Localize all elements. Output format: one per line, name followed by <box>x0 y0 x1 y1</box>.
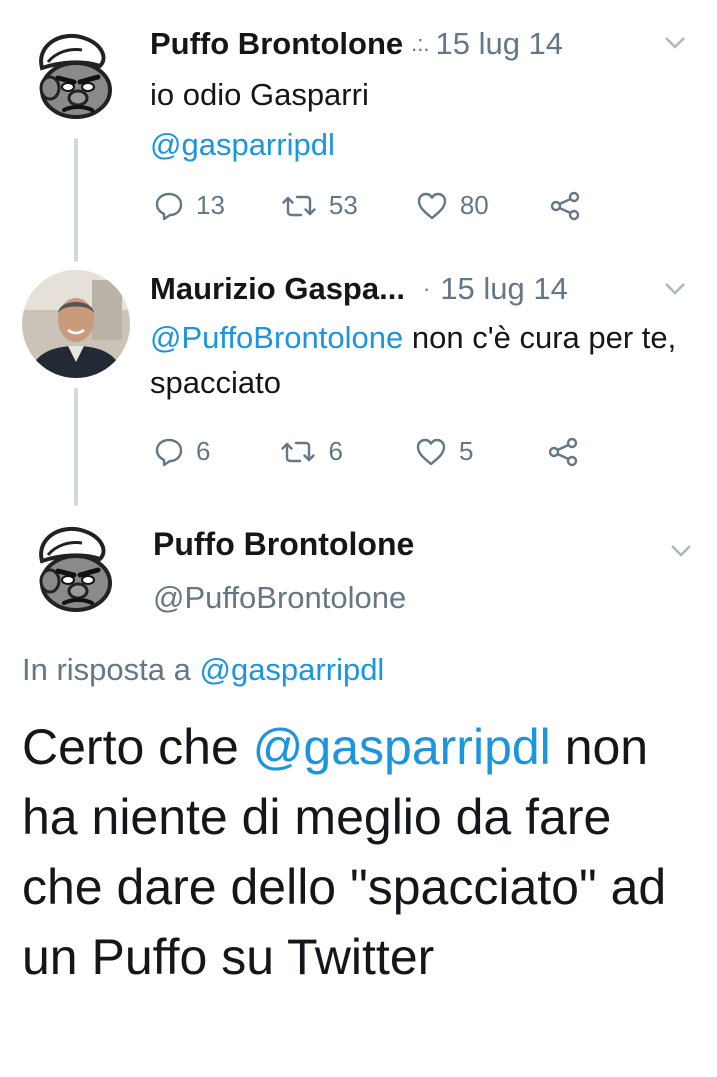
separator: · <box>422 276 431 301</box>
author-name[interactable]: Maurizio Gaspa... <box>150 271 405 307</box>
person-avatar-icon <box>22 270 130 378</box>
retweet-count: 53 <box>328 190 358 220</box>
avatar[interactable] <box>22 24 130 132</box>
reply-icon <box>155 192 183 220</box>
share-button[interactable] <box>549 191 581 221</box>
reply-button[interactable]: 13 <box>154 190 225 221</box>
like-button[interactable]: 5 <box>415 436 473 467</box>
reply-count: 13 <box>196 190 225 220</box>
like-count: 5 <box>458 436 474 466</box>
reply-count: 6 <box>196 436 211 466</box>
chevron-down-icon[interactable] <box>664 276 686 302</box>
reply-prefix: In risposta a <box>22 652 200 687</box>
chevron-down-icon[interactable] <box>670 538 692 564</box>
thread-line <box>74 138 78 262</box>
reply-button[interactable]: 6 <box>154 436 210 467</box>
like-icon <box>416 438 446 465</box>
share-icon <box>550 191 579 220</box>
share-button[interactable] <box>547 437 579 467</box>
tweet-text: io odio Gasparri <box>150 77 369 112</box>
smurf-avatar-icon <box>22 517 130 625</box>
mention-link[interactable]: @gasparripdl <box>150 122 690 167</box>
retweet-button[interactable]: 6 <box>280 436 343 467</box>
retweet-count: 6 <box>328 436 343 466</box>
thread-line <box>74 388 78 506</box>
reply-to-link[interactable]: @gasparripdl <box>199 652 384 687</box>
like-button[interactable]: 80 <box>416 190 489 221</box>
like-icon <box>417 192 447 219</box>
reply-icon <box>155 438 183 466</box>
avatar[interactable] <box>22 517 130 625</box>
reply-context: In risposta a @gasparripdl <box>22 652 384 688</box>
retweet-icon <box>282 195 316 216</box>
mention-link[interactable]: @gasparripdl <box>253 719 551 775</box>
chevron-down-icon[interactable] <box>664 30 686 56</box>
smurf-avatar-icon <box>22 24 130 132</box>
tweet-date[interactable]: 15 lug 14 <box>440 271 568 307</box>
mention-link[interactable]: @PuffoBrontolone <box>150 320 403 355</box>
like-count: 80 <box>459 190 489 220</box>
author-name[interactable]: Puffo Brontolone <box>153 526 414 563</box>
tweet-date[interactable]: 15 lug 14 <box>435 26 563 62</box>
avatar[interactable] <box>22 270 130 378</box>
tweet-text-start: Certo che <box>22 719 253 775</box>
retweet-icon <box>281 441 316 462</box>
author-name[interactable]: Puffo Brontolone <box>150 26 403 62</box>
retweet-button[interactable]: 53 <box>281 190 358 221</box>
tweet-text: Certo che @gasparripdl non ha niente di … <box>22 712 702 992</box>
share-icon <box>549 437 578 466</box>
separator: .:. <box>411 31 430 56</box>
author-handle[interactable]: @PuffoBrontolone <box>153 580 406 616</box>
